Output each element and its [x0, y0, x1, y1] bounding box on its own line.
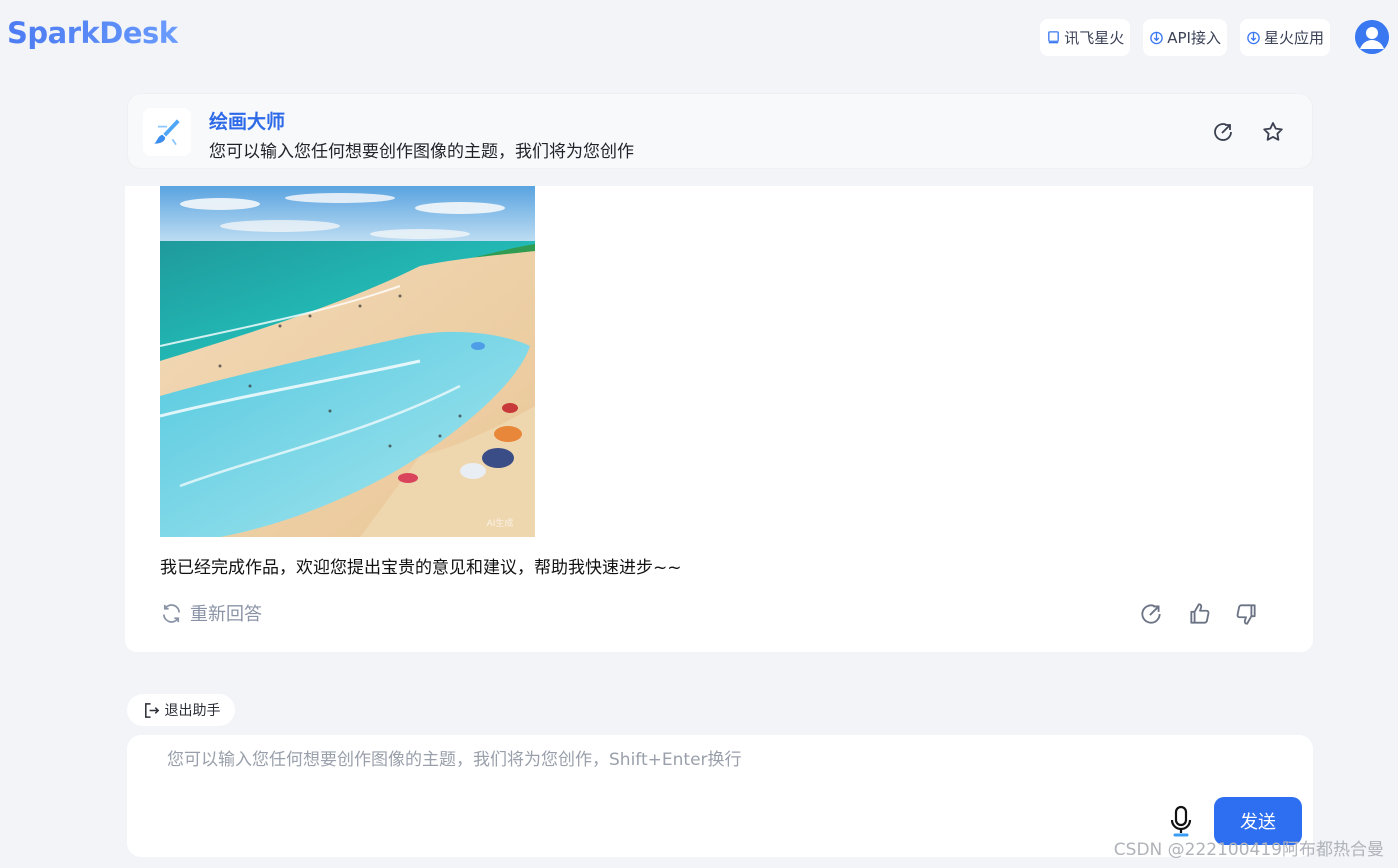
assistant-header: 绘画大师 您可以输入您任何想要创作图像的主题，我们将为您创作 — [127, 93, 1313, 169]
reply-text: 我已经完成作品，欢迎您提出宝贵的意见和建议，帮助我快速进步~~ — [160, 558, 682, 578]
assistant-message: AI生成 我已经完成作品，欢迎您提出宝贵的意见和建议，帮助我快速进步~~ 重新回… — [125, 186, 1313, 652]
beach-painting: AI生成 — [160, 186, 535, 537]
assistant-name: 绘画大师 — [209, 111, 286, 133]
paint-brush-icon — [154, 119, 180, 146]
user-avatar[interactable] — [1355, 20, 1389, 54]
watermark: CSDN @222100419阿布都热合曼 — [1113, 840, 1384, 860]
top-link-apps[interactable]: 星火应用 — [1239, 19, 1330, 56]
generated-image[interactable]: AI生成 — [160, 186, 535, 537]
image-caption: AI生成 — [487, 517, 514, 529]
regenerate-label: 重新回答 — [190, 604, 262, 625]
regenerate-button[interactable]: 重新回答 — [160, 600, 262, 626]
chat-input[interactable] — [167, 745, 1167, 805]
refresh-icon — [162, 603, 181, 623]
microphone-icon — [1170, 805, 1192, 837]
star-icon — [1263, 122, 1283, 141]
favorite-button[interactable] — [1261, 120, 1285, 144]
share-button[interactable] — [1211, 120, 1235, 144]
share-icon — [1214, 123, 1232, 141]
assistant-avatar — [143, 108, 191, 156]
like-button[interactable] — [1187, 601, 1213, 627]
user-icon — [1355, 20, 1389, 54]
thumbs-down-icon — [1236, 604, 1256, 625]
exit-assistant-button[interactable]: 退出助手 — [127, 694, 235, 726]
dislike-button[interactable] — [1233, 601, 1259, 627]
top-link-label: 讯飞星火 — [1064, 29, 1125, 47]
sparkdesk-logo[interactable]: SparkDesk — [7, 16, 178, 50]
share-message-button[interactable] — [1138, 601, 1164, 627]
assistant-description: 您可以输入您任何想要创作图像的主题，我们将为您创作 — [209, 142, 634, 162]
download-icon — [1247, 31, 1260, 45]
top-link-label: 星火应用 — [1263, 29, 1324, 47]
top-nav: 讯飞星火 API接入 星火应用 — [1040, 19, 1330, 56]
exit-icon — [144, 702, 159, 718]
voice-input-button[interactable] — [1168, 805, 1194, 837]
share-icon — [1141, 604, 1161, 624]
top-link-api[interactable]: API接入 — [1143, 19, 1227, 56]
top-link-xunfei-xinghuo[interactable]: 讯飞星火 — [1040, 19, 1131, 56]
top-link-label: API接入 — [1167, 29, 1221, 47]
book-icon — [1048, 31, 1060, 44]
download-icon — [1150, 31, 1164, 45]
exit-label: 退出助手 — [164, 703, 221, 719]
thumbs-up-icon — [1190, 603, 1210, 624]
